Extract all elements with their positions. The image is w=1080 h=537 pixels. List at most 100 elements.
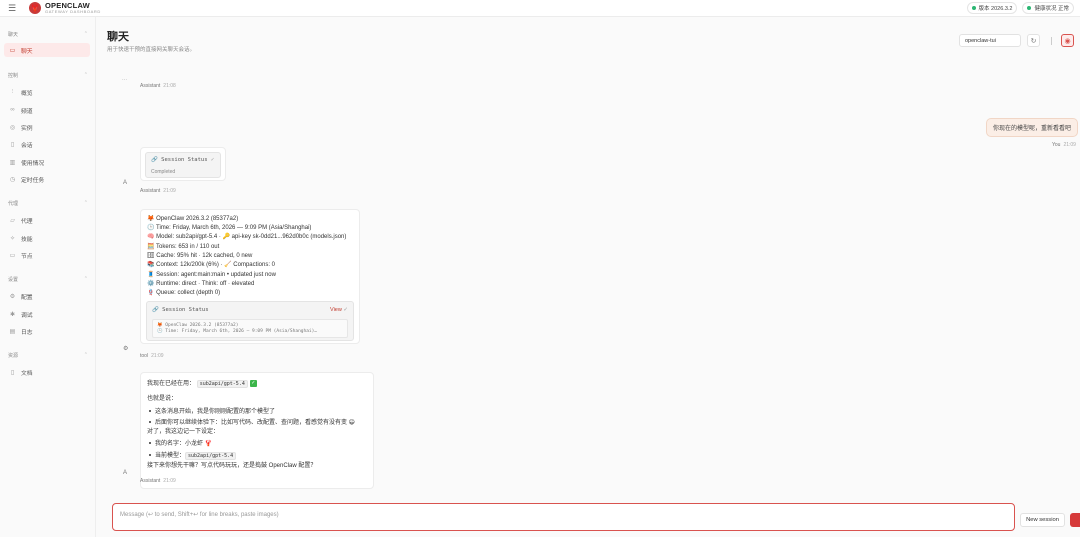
focus-mode-button[interactable]: ◉ <box>1061 34 1074 47</box>
model-code: sub2api/gpt-5.4 <box>196 380 248 388</box>
message-meta: Assistant 21:09 <box>140 478 176 484</box>
page-title: 聊天 <box>107 31 129 43</box>
divider <box>1051 37 1052 45</box>
check-icon: ✓ <box>343 307 348 313</box>
tool-card[interactable]: 🔗 Session Status ✓ Completed <box>145 152 221 178</box>
status-line: 🧵 Session: agent:main:main • updated jus… <box>147 272 276 278</box>
monitor-icon: ▭ <box>9 252 16 259</box>
link-icon: ∞ <box>10 107 15 113</box>
top-bar: ☰ 🦞 OPENCLAW GATEWAY DASHBOARD 版本 2026.3… <box>0 0 1080 17</box>
sidebar-item-sessions[interactable]: ▯ 会话 <box>4 137 90 151</box>
brand-subtitle: GATEWAY DASHBOARD <box>45 9 101 15</box>
sidebar-item-channels[interactable]: ∞ 频道 <box>4 103 90 117</box>
tool-message: 🦊 OpenClaw 2026.3.2 (85377a2) 🕒 Time: Fr… <box>140 209 360 344</box>
status-line: 🧠 Model: sub2api/gpt-5.4 · 🔑 api-key sk-… <box>147 234 347 240</box>
sidebar-section-chat[interactable]: 聊天 ⌃ <box>8 31 88 38</box>
status-line: 📚 Context: 12k/200k (6%) · 🧹 Compactions… <box>147 262 275 268</box>
sidebar-item-nodes[interactable]: ▭ 节点 <box>4 248 90 262</box>
status-line: 🕒 Time: Friday, March 6th, 2026 — 9:09 P… <box>147 225 312 231</box>
status-line: ⚙️ Runtime: direct · Think: off · elevat… <box>147 281 255 287</box>
list-item: 我的名字：小龙虾 🦞 <box>147 438 212 447</box>
status-line: 🪢 Queue: collect (depth 0) <box>147 290 221 296</box>
chevron-icon: ⌃ <box>83 31 88 37</box>
sidebar-item-skills[interactable]: ✧ 技能 <box>4 231 90 245</box>
check-mark-icon: ✓ <box>249 379 257 387</box>
assistant-message: 我现在已经在用： sub2api/gpt-5.4 ✓ 也就是说： 这条消息开始，我… <box>140 372 374 489</box>
book-icon: ▯ <box>10 369 15 376</box>
bug-icon: ✱ <box>9 311 16 318</box>
message-meta: tool 21:09 <box>140 353 164 359</box>
chevron-icon: ⌃ <box>83 276 88 282</box>
menu-icon[interactable]: ☰ <box>0 3 24 14</box>
sidebar: 聊天 ⌃ ▭ 聊天 控制 ⌃ ⫶ 概览 ∞ 频道 ◎ 实例 ▯ 会话 ▥ 使用情况 … <box>0 17 96 537</box>
tool-card-status: Completed <box>151 169 176 175</box>
session-select[interactable]: openclaw-tui <box>959 34 1021 47</box>
sidebar-item-overview[interactable]: ⫶ 概览 <box>4 85 90 99</box>
message-input[interactable]: Message (↩ to send, Shift+↩ for line bre… <box>112 503 1015 531</box>
message-meta: Assistant 21:09 <box>140 188 176 194</box>
refresh-icon: ↻ <box>1030 37 1037 45</box>
tool-avatar: ⚙ <box>123 346 129 352</box>
focus-icon: ◉ <box>1064 37 1071 45</box>
sidebar-section-agents[interactable]: 代理 ⌃ <box>8 200 88 207</box>
sidebar-section-resources[interactable]: 资源 ⌃ <box>8 352 88 359</box>
sidebar-item-chat[interactable]: ▭ 聊天 <box>4 43 90 57</box>
sidebar-section-settings[interactable]: 设置 ⌃ <box>8 276 88 283</box>
check-icon: ✓ <box>210 157 215 163</box>
status-dot-icon <box>1027 6 1032 10</box>
chevron-icon: ⌃ <box>83 72 88 78</box>
model-code: sub2api/gpt-5.4 <box>185 452 237 460</box>
status-dot-icon <box>971 6 976 10</box>
status-line: 🦊 OpenClaw 2026.3.2 (85377a2) <box>147 216 239 222</box>
gear-icon: ⚙ <box>9 293 16 300</box>
tool-output-preview: 🦊 OpenClaw 2026.3.2 (85377a2) 🕒 Time: Fr… <box>152 319 348 338</box>
radio-icon: ◎ <box>9 124 16 131</box>
tool-card-title: 🔗 Session Status ✓ <box>151 157 215 163</box>
link-icon: 🔗 <box>152 307 159 313</box>
link-icon: 🔗 <box>151 157 158 163</box>
chevron-icon: ⌃ <box>83 200 88 206</box>
sidebar-item-instances[interactable]: ◎ 实例 <box>4 120 90 134</box>
log-icon: ▤ <box>9 328 16 335</box>
version-badge: 版本 2026.3.2 <box>966 2 1018 14</box>
sidebar-section-control[interactable]: 控制 ⌃ <box>8 72 88 79</box>
clock-icon: ◷ <box>9 176 16 183</box>
assistant-message: 🔗 Session Status ✓ Completed <box>140 147 226 181</box>
message-line: 对了，我这边记一下设定： <box>147 429 220 435</box>
chat-thread[interactable]: ··· Assistant 21:08 你现在的模型呢，重新看看吧 You 21:0… <box>97 72 1080 502</box>
brand-name: OPENCLAW <box>45 0 90 10</box>
brand: OPENCLAW GATEWAY DASHBOARD <box>45 2 101 15</box>
list-item: 这条消息开始，我是你刚刚配置的那个模型了 <box>147 406 275 415</box>
health-label: 健康状况 正常 <box>1034 6 1069 12</box>
health-badge: 健康状况 正常 <box>1022 2 1074 14</box>
assistant-avatar: A <box>123 180 128 186</box>
bar-icon: ▥ <box>9 159 16 166</box>
chevron-icon: ⌃ <box>83 352 88 358</box>
view-button[interactable]: View ✓ <box>330 307 348 313</box>
folder-icon: ▱ <box>10 217 15 224</box>
bolt-icon: ✧ <box>9 235 16 242</box>
message-line: 我现在已经在用： sub2api/gpt-5.4 ✓ <box>147 379 257 388</box>
list-item: 后面你可以继续体验下：比如写代码、改配置、查问题，看感觉有没有变 😄 <box>147 417 355 426</box>
openclaw-logo-icon: 🦞 <box>29 2 41 14</box>
tool-card[interactable]: 🔗 Session Status View ✓ 🦊 OpenClaw 2026.… <box>146 301 354 341</box>
message-placeholder: ··· <box>122 77 127 83</box>
tool-card-title: 🔗 Session Status <box>152 307 209 313</box>
new-session-button[interactable]: New session <box>1020 513 1065 527</box>
message-meta: You 21:09 <box>1052 142 1076 148</box>
send-button[interactable] <box>1070 513 1080 527</box>
sidebar-item-logs[interactable]: ▤ 日志 <box>4 324 90 338</box>
sidebar-item-docs[interactable]: ▯ 文档 <box>4 365 90 379</box>
main-panel: 聊天 用于快速干预的直接网关聊天会话。 openclaw-tui ↻ ◉ ···… <box>97 17 1080 537</box>
refresh-button[interactable]: ↻ <box>1027 34 1040 47</box>
user-message: 你现在的模型呢，重新看看吧 <box>986 118 1078 137</box>
sidebar-item-debug[interactable]: ✱ 调试 <box>4 307 90 321</box>
sidebar-item-config[interactable]: ⚙ 配置 <box>4 289 90 303</box>
message-line: 接下来你想先干嘛？写点代码玩玩，还是捣鼓 OpenClaw 配置？ <box>147 463 317 469</box>
sidebar-item-agents[interactable]: ▱ 代理 <box>4 213 90 227</box>
document-icon: ▯ <box>10 141 15 148</box>
sidebar-item-usage[interactable]: ▥ 使用情况 <box>4 155 90 169</box>
version-label: 版本 2026.3.2 <box>978 6 1013 12</box>
sidebar-item-cron[interactable]: ◷ 定时任务 <box>4 172 90 186</box>
list-item: 当前模型： sub2api/gpt-5.4 <box>147 450 237 460</box>
